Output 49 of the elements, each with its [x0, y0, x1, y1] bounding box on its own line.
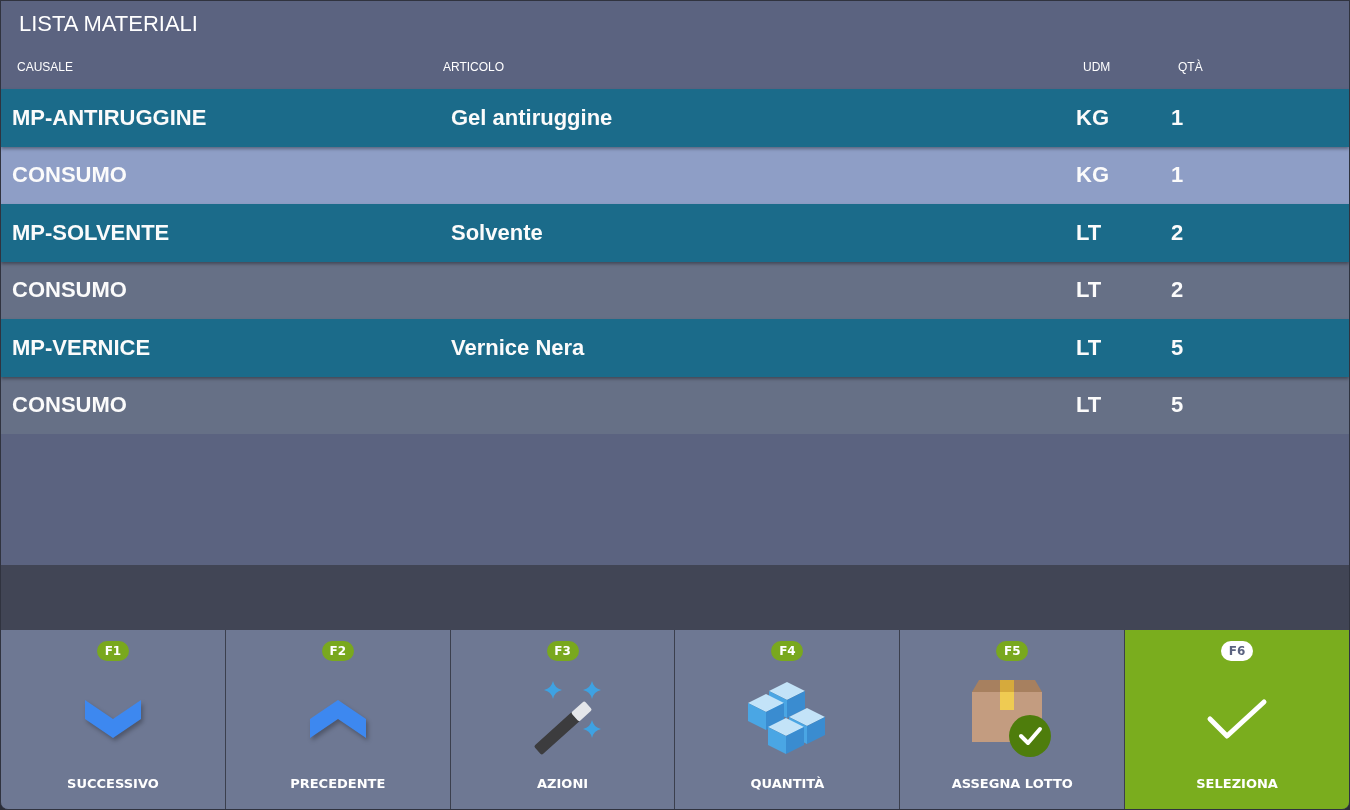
table-cell: 2 — [1171, 277, 1184, 304]
table-cell: MP-SOLVENTE — [12, 219, 170, 246]
column-header: ARTICOLO — [443, 60, 505, 74]
shortcut-key-badge: F1 — [96, 641, 129, 661]
select-button[interactable]: F6 SELEZIONA — [1125, 630, 1349, 809]
shortcut-key-badge: F5 — [996, 641, 1029, 661]
shortcut-key-badge: F6 — [1221, 641, 1254, 661]
chevron-down-icon — [83, 698, 142, 739]
checkmark-icon — [1206, 697, 1269, 740]
next-button[interactable]: F1 SUCCESSIVO — [1, 630, 225, 809]
shortcut-key-badge: F3 — [546, 641, 579, 661]
column-header: CAUSALE — [17, 60, 74, 74]
previous-button[interactable]: F2 PRECEDENTE — [225, 630, 450, 809]
table-row[interactable]: MP-ANTIRUGGINE Gel antiruggine KG 1 — [1, 89, 1349, 147]
page-title: LISTA MATERIALI — [18, 10, 198, 37]
table-row[interactable]: CONSUMO LT 5 — [1, 376, 1349, 434]
chevron-up-icon — [308, 698, 367, 739]
table-cell: LT — [1076, 392, 1102, 419]
table-cell: 1 — [1171, 104, 1184, 131]
table-cell: 5 — [1171, 334, 1184, 361]
table-row[interactable]: MP-SOLVENTE Solvente LT 2 — [1, 204, 1349, 262]
table-cell: KG — [1076, 162, 1109, 189]
table-cell: LT — [1076, 219, 1102, 246]
table-row[interactable]: CONSUMO KG 1 — [1, 146, 1349, 204]
actions-button[interactable]: F3 AZIONI — [450, 630, 675, 809]
table-cell: CONSUMO — [12, 392, 127, 419]
table-cell: 5 — [1171, 392, 1184, 419]
shortcut-key-badge: F4 — [771, 641, 804, 661]
shortcut-key-badge: F2 — [321, 641, 354, 661]
package-check-icon — [972, 679, 1053, 758]
table-cell: MP-VERNICE — [12, 334, 151, 361]
assign-lot-button[interactable]: F5 ASSEGNA LOTTO — [900, 630, 1125, 809]
table-cell: CONSUMO — [12, 277, 127, 304]
cubes-icon — [747, 681, 828, 756]
column-header: UDM — [1083, 60, 1111, 74]
table-row[interactable]: CONSUMO LT 2 — [1, 261, 1349, 319]
table-row[interactable]: MP-VERNICE Vernice Nera LT 5 — [1, 319, 1349, 377]
table-cell: LT — [1076, 334, 1102, 361]
quantity-button[interactable]: F4 QUANTITÀ — [675, 630, 900, 809]
table-cell: KG — [1076, 104, 1109, 131]
table-cell: LT — [1076, 277, 1102, 304]
table-cell: 2 — [1171, 219, 1184, 246]
table-cell: CONSUMO — [12, 162, 127, 189]
table-cell: Vernice Nera — [451, 334, 585, 361]
table-cell: MP-ANTIRUGGINE — [12, 104, 207, 131]
table-cell: Gel antiruggine — [451, 104, 613, 131]
column-header: QTÀ — [1178, 60, 1203, 74]
table-cell: 1 — [1171, 162, 1184, 189]
table-cell: Solvente — [451, 219, 543, 246]
